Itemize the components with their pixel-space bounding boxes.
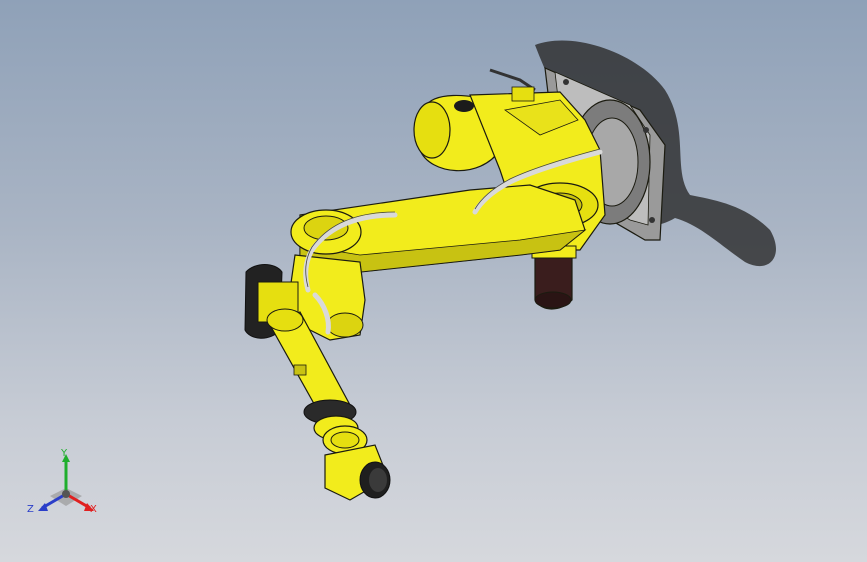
- y-axis-label: Y: [61, 448, 68, 459]
- coordinate-triad: Y X Z: [24, 448, 108, 524]
- z-axis-label: Z: [27, 504, 34, 515]
- robot-model-view[interactable]: [0, 0, 867, 562]
- x-axis-label: X: [90, 504, 97, 515]
- wrist-joint[interactable]: [303, 399, 368, 455]
- j2-motor[interactable]: [531, 245, 577, 310]
- graphics-viewport[interactable]: Y X Z: [0, 0, 867, 562]
- end-effector-flange[interactable]: [324, 444, 391, 501]
